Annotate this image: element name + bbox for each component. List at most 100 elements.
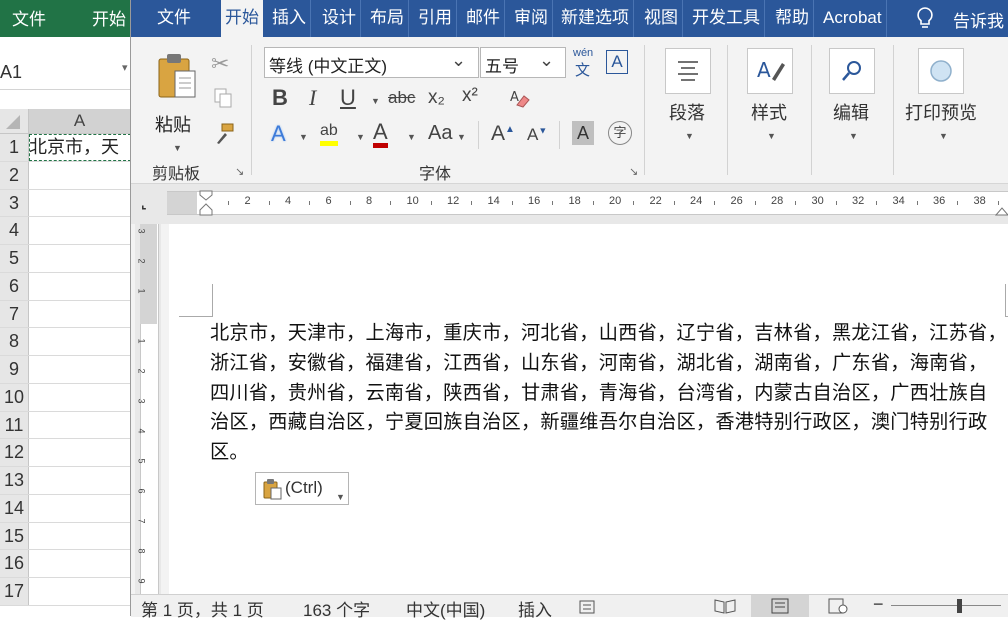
- excel-tab-home[interactable]: 开始: [92, 5, 126, 30]
- excel-tab-file[interactable]: 文件: [12, 5, 46, 30]
- cell[interactable]: [29, 578, 130, 605]
- row-header[interactable]: 13: [0, 467, 29, 494]
- tell-me-search[interactable]: 告诉我: [953, 7, 1004, 32]
- name-box[interactable]: A1: [0, 62, 22, 83]
- cell[interactable]: [29, 356, 130, 383]
- cell[interactable]: [29, 523, 130, 550]
- editing-button[interactable]: [829, 48, 875, 94]
- subscript-button[interactable]: x₂: [428, 87, 445, 109]
- tab-references[interactable]: 引用: [414, 0, 457, 37]
- row-header[interactable]: 4: [0, 217, 29, 244]
- row-header[interactable]: 6: [0, 272, 29, 300]
- cell[interactable]: [29, 190, 130, 217]
- font-name-combobox[interactable]: 等线 (中文正文) ⌄: [264, 47, 479, 78]
- select-all-button[interactable]: [0, 109, 29, 133]
- tab-layout[interactable]: 布局: [366, 0, 409, 37]
- format-painter-icon[interactable]: [213, 123, 235, 148]
- macro-record-icon[interactable]: [579, 599, 599, 618]
- row-header[interactable]: 17: [0, 578, 29, 605]
- font-color-dropdown-icon[interactable]: ▼: [407, 132, 416, 142]
- text-effects-dropdown-icon[interactable]: ▼: [299, 132, 308, 142]
- zoom-slider-thumb[interactable]: [957, 599, 962, 613]
- cut-icon[interactable]: ✂: [211, 51, 229, 77]
- row-header[interactable]: 16: [0, 550, 29, 577]
- row-header[interactable]: 8: [0, 328, 29, 355]
- change-case-dropdown-icon[interactable]: ▼: [457, 132, 466, 142]
- font-launcher-icon[interactable]: ↘: [629, 165, 638, 178]
- highlight-dropdown-icon[interactable]: ▼: [356, 132, 365, 142]
- tab-file[interactable]: 文件: [153, 0, 195, 37]
- paragraph-dropdown-icon[interactable]: ▼: [685, 131, 694, 141]
- row-header[interactable]: 12: [0, 439, 29, 466]
- row-header[interactable]: 3: [0, 189, 29, 217]
- tab-developer[interactable]: 开发工具: [688, 0, 765, 37]
- underline-dropdown-icon[interactable]: ▼: [371, 96, 380, 106]
- row-header[interactable]: 14: [0, 494, 29, 522]
- cell[interactable]: [29, 550, 130, 577]
- clipboard-launcher-icon[interactable]: ↘: [235, 165, 244, 178]
- tab-selector-icon[interactable]: ⌞: [141, 197, 147, 211]
- row-header[interactable]: 9: [0, 356, 29, 383]
- styles-button[interactable]: A: [747, 48, 793, 94]
- grow-font-button[interactable]: A▲: [491, 122, 515, 146]
- italic-button[interactable]: I: [309, 85, 316, 111]
- zoom-out-icon[interactable]: −: [873, 594, 884, 615]
- font-size-combobox[interactable]: 五号 ⌄: [480, 47, 566, 78]
- insert-mode-indicator[interactable]: 插入: [518, 596, 552, 621]
- styles-dropdown-icon[interactable]: ▼: [767, 131, 776, 141]
- paragraph-button[interactable]: [665, 48, 711, 94]
- language-indicator[interactable]: 中文(中国): [406, 596, 485, 621]
- column-header-a[interactable]: A: [29, 109, 130, 133]
- highlight-button[interactable]: ab: [320, 121, 338, 146]
- enclose-characters-button[interactable]: 字: [608, 121, 632, 145]
- cell[interactable]: [29, 328, 130, 355]
- cell[interactable]: [29, 217, 130, 244]
- tab-insert[interactable]: 插入: [268, 0, 311, 37]
- cell[interactable]: [29, 245, 130, 272]
- cell[interactable]: [29, 439, 130, 466]
- word-count[interactable]: 163 个字: [303, 596, 370, 621]
- zoom-slider-track[interactable]: [891, 605, 1001, 606]
- copy-icon[interactable]: [213, 87, 233, 112]
- tab-review[interactable]: 审阅: [510, 0, 553, 37]
- underline-button[interactable]: U: [340, 85, 356, 111]
- tab-view[interactable]: 视图: [640, 0, 683, 37]
- phonetic-guide-button[interactable]: wén 文: [571, 47, 597, 79]
- cell[interactable]: [29, 301, 130, 328]
- tab-design[interactable]: 设计: [318, 0, 361, 37]
- change-case-button[interactable]: Aa: [428, 122, 452, 145]
- editing-dropdown-icon[interactable]: ▼: [849, 131, 858, 141]
- row-header[interactable]: 1: [0, 134, 29, 161]
- row-header[interactable]: 5: [0, 245, 29, 272]
- horizontal-ruler[interactable]: 2 4 6 8 10 12 14 16 18 20 22 24 26 28 30 32 34 36 38: [167, 190, 1008, 216]
- tab-acrobat[interactable]: Acrobat: [819, 0, 887, 37]
- page-count[interactable]: 第 1 页，共 1 页: [141, 596, 264, 621]
- row-header[interactable]: 2: [0, 161, 29, 189]
- paste-options-button[interactable]: (Ctrl) ▼: [255, 472, 349, 505]
- tab-home[interactable]: 开始: [221, 0, 263, 37]
- paste-options-dropdown-icon[interactable]: ▼: [336, 483, 345, 512]
- cell[interactable]: [29, 495, 130, 522]
- lightbulb-icon[interactable]: [913, 5, 937, 31]
- print-layout-button[interactable]: [751, 595, 809, 617]
- text-effects-button[interactable]: A: [271, 121, 286, 147]
- row-header[interactable]: 7: [0, 300, 29, 328]
- paste-dropdown-icon[interactable]: ▼: [173, 143, 182, 153]
- chevron-down-icon[interactable]: ⌄: [539, 50, 554, 71]
- tab-help[interactable]: 帮助: [771, 0, 814, 37]
- tab-mailings[interactable]: 邮件: [462, 0, 505, 37]
- cell[interactable]: [29, 384, 130, 411]
- cell[interactable]: [29, 467, 130, 494]
- document-page[interactable]: 北京市，天津市，上海市，重庆市，河北省，山西省，辽宁省，吉林省，黑龙江省，江苏省…: [169, 224, 1008, 594]
- strikethrough-button[interactable]: abc: [388, 88, 415, 108]
- web-layout-icon[interactable]: [828, 598, 848, 617]
- cell[interactable]: [29, 162, 130, 189]
- row-header[interactable]: 10: [0, 383, 29, 411]
- character-shading-button[interactable]: A: [572, 121, 594, 145]
- shrink-font-button[interactable]: A▼: [527, 125, 547, 145]
- superscript-button[interactable]: x²: [462, 85, 478, 107]
- font-color-button[interactable]: A: [373, 121, 388, 148]
- eraser-icon[interactable]: A: [509, 87, 531, 112]
- vertical-ruler[interactable]: 3 2 1 1 2 3 4 5 6 7 8 9: [135, 224, 161, 594]
- row-header[interactable]: 11: [0, 411, 29, 439]
